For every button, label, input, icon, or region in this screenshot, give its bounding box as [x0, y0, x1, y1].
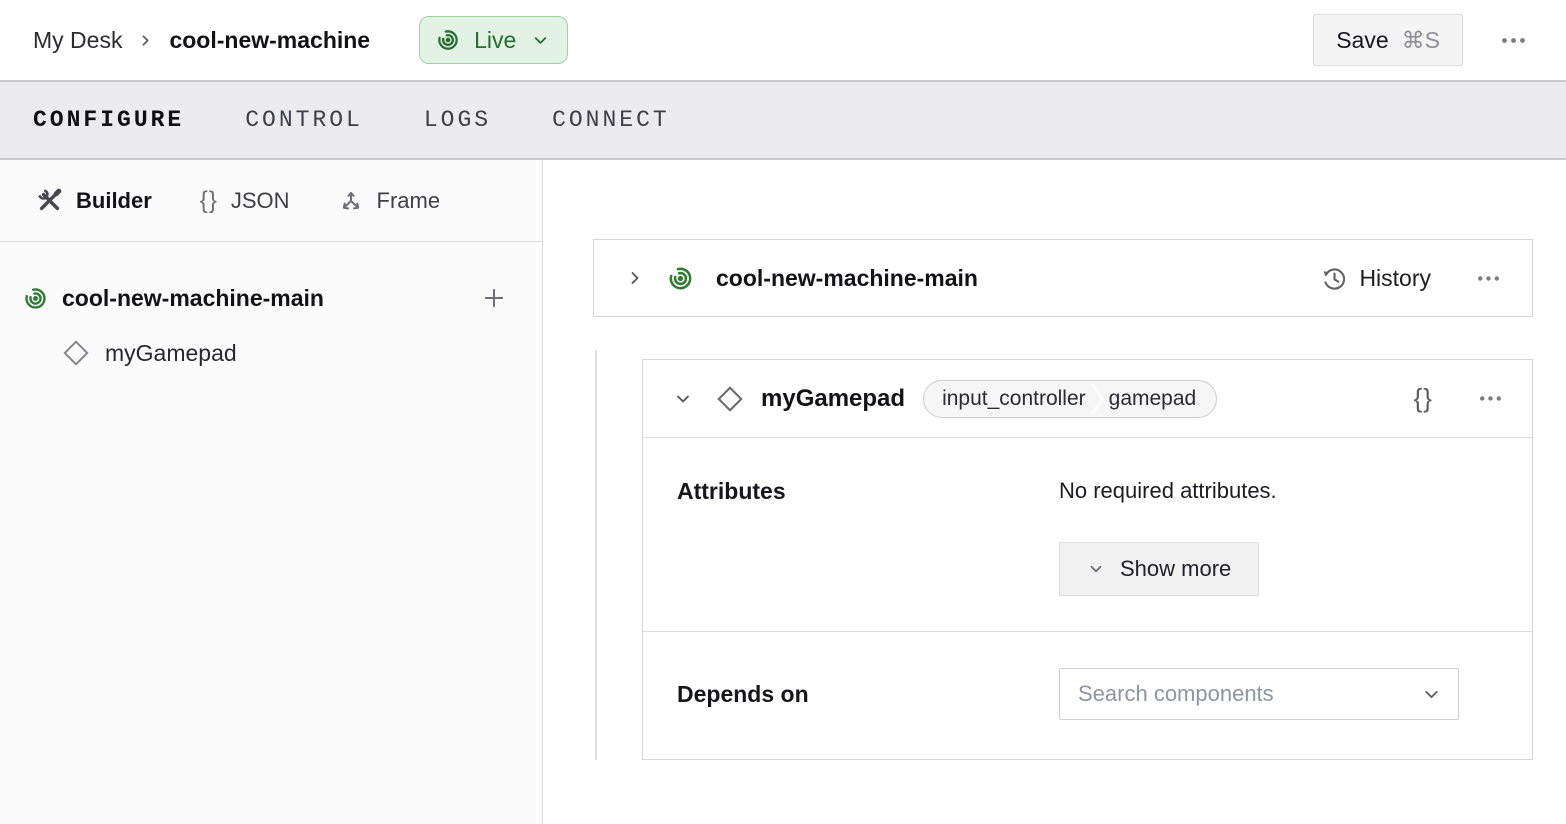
add-component-button[interactable] — [476, 280, 512, 316]
save-button-label: Save — [1336, 27, 1388, 54]
edit-json-button[interactable]: {} — [1412, 383, 1435, 414]
tree-item-machine-main[interactable]: cool-new-machine-main — [0, 275, 542, 321]
tab-configure[interactable]: CONFIGURE — [33, 107, 184, 133]
depends-on-label: Depends on — [677, 681, 1059, 708]
save-button[interactable]: Save ⌘S — [1313, 14, 1463, 66]
axes-icon — [338, 188, 364, 214]
show-more-button[interactable]: Show more — [1059, 542, 1259, 596]
history-button[interactable]: History — [1321, 265, 1431, 292]
chevron-down-icon — [531, 31, 550, 50]
mode-tab-json-label: JSON — [231, 188, 290, 214]
tree-item-label: cool-new-machine-main — [62, 285, 463, 312]
machine-card-menu-button[interactable] — [1473, 269, 1504, 288]
attributes-label: Attributes — [677, 478, 1059, 505]
search-components-input[interactable] — [1064, 681, 1421, 707]
mode-tab-frame[interactable]: Frame — [338, 188, 441, 214]
show-more-label: Show more — [1120, 556, 1231, 582]
attributes-section: Attributes No required attributes. Show … — [643, 438, 1532, 632]
history-button-label: History — [1359, 265, 1431, 292]
resource-tree: cool-new-machine-main myGamepad — [0, 242, 542, 376]
tab-connect[interactable]: CONNECT — [552, 107, 670, 133]
tab-control[interactable]: CONTROL — [245, 107, 363, 133]
app: My Desk cool-new-machine Live Save — [0, 0, 1566, 824]
header-menu-button[interactable] — [1497, 31, 1530, 50]
chevron-right-icon — [137, 32, 154, 49]
machine-live-icon — [666, 264, 695, 293]
nav-tabbar: CONFIGURE CONTROL LOGS CONNECT — [0, 82, 1566, 160]
mode-tab-builder-label: Builder — [76, 188, 152, 214]
collapse-card-chevron-down-icon[interactable] — [673, 389, 693, 409]
ellipsis-icon — [1479, 395, 1502, 402]
attributes-empty-text: No required attributes. — [1059, 478, 1277, 504]
component-card-mygamepad: myGamepad input_controller gamepad {} — [642, 359, 1533, 760]
chevron-down-icon — [1087, 560, 1105, 578]
component-type-badge: input_controller gamepad — [923, 380, 1217, 418]
plus-icon — [480, 284, 508, 312]
braces-icon: {} — [200, 187, 218, 215]
page-title: cool-new-machine — [169, 27, 370, 54]
status-badge-label: Live — [474, 27, 516, 54]
sidebar-mode-tabs: Builder {} JSON Frame — [0, 160, 542, 242]
component-diamond-icon — [62, 339, 90, 367]
save-shortcut-hint: ⌘S — [1402, 27, 1440, 54]
component-card-header: myGamepad input_controller gamepad {} — [643, 360, 1532, 438]
depends-on-section: Depends on — [643, 632, 1532, 759]
breadcrumb-parent-link[interactable]: My Desk — [33, 27, 122, 54]
sidebar: Builder {} JSON Frame — [0, 160, 543, 824]
machine-status-dropdown[interactable]: Live — [419, 16, 568, 64]
ellipsis-icon — [1501, 37, 1526, 44]
component-title: myGamepad — [761, 385, 905, 413]
tab-logs[interactable]: LOGS — [424, 107, 491, 133]
mode-tab-frame-label: Frame — [377, 188, 441, 214]
machine-part-card: cool-new-machine-main History — [593, 239, 1533, 317]
expand-card-chevron-right-icon[interactable] — [625, 268, 645, 288]
header-actions: Save ⌘S — [1313, 14, 1530, 66]
mode-tab-builder[interactable]: Builder — [36, 187, 152, 214]
nesting-connector-line — [595, 350, 597, 760]
live-signal-icon — [435, 27, 461, 53]
mode-tab-json[interactable]: {} JSON — [200, 187, 290, 215]
breadcrumb: My Desk cool-new-machine — [33, 27, 370, 54]
component-model: gamepad — [1106, 387, 1217, 411]
component-subtype: input_controller — [924, 387, 1089, 411]
badge-separator-chevron-icon — [1089, 380, 1106, 418]
chevron-down-icon — [1421, 684, 1442, 705]
component-diamond-icon — [716, 385, 744, 413]
top-header: My Desk cool-new-machine Live Save — [0, 0, 1566, 82]
depends-search-select[interactable] — [1059, 668, 1459, 720]
component-card-menu-button[interactable] — [1475, 389, 1506, 408]
history-icon — [1321, 265, 1348, 292]
ellipsis-icon — [1477, 275, 1500, 282]
content-area: Builder {} JSON Frame — [0, 160, 1566, 824]
machine-part-title: cool-new-machine-main — [716, 265, 978, 292]
main-panel: cool-new-machine-main History — [543, 160, 1566, 824]
tools-icon — [36, 187, 63, 214]
tree-item-label: myGamepad — [105, 340, 237, 367]
tree-item-mygamepad[interactable]: myGamepad — [0, 330, 542, 376]
machine-live-icon — [22, 285, 49, 312]
